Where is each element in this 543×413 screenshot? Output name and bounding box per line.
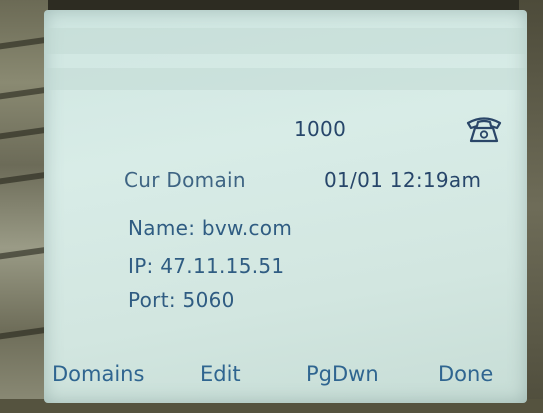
domain-port: Port: 5060 [128, 288, 235, 312]
bezel-top [0, 0, 543, 10]
softkey-done[interactable]: Done [438, 362, 493, 386]
phone-photo: 1000 Cur Domain 01/01 12:19am Name: bvw.… [0, 0, 543, 413]
softkey-domains[interactable]: Domains [52, 362, 144, 386]
screen-title: Cur Domain [124, 168, 246, 192]
domain-name: Name: bvw.com [128, 216, 293, 240]
date-time: 01/01 12:19am [324, 168, 482, 192]
softkey-edit[interactable]: Edit [200, 362, 241, 386]
lcd-screen: 1000 Cur Domain 01/01 12:19am Name: bvw.… [44, 10, 527, 403]
softkey-pgdwn[interactable]: PgDwn [306, 362, 379, 386]
bezel-left [0, 0, 48, 413]
line-number: 1000 [294, 117, 347, 141]
domain-ip: IP: 47.11.15.51 [128, 254, 285, 278]
telephone-icon [464, 114, 504, 144]
